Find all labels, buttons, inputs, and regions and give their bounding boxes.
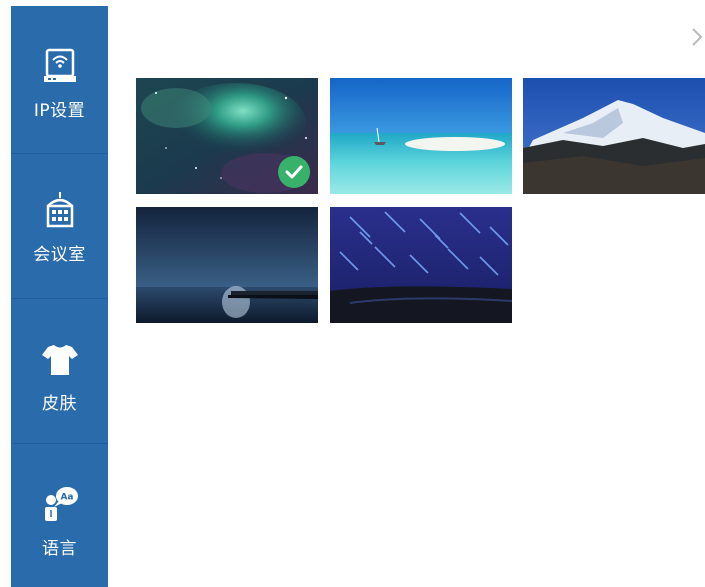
sidebar-item-meeting-room[interactable]: 会议室 [11,154,108,298]
chevron-right-icon[interactable] [690,27,704,47]
svg-text:Aa: Aa [60,493,73,503]
language-icon: Aa [40,484,80,524]
tshirt-icon [40,339,80,379]
sidebar-item-ip-settings[interactable]: IP设置 [11,6,108,153]
building-icon [40,190,80,230]
sidebar-item-label: 语言 [42,539,77,559]
selected-check-icon [278,156,310,188]
wallpaper-thumb-star-trails[interactable] [330,207,512,323]
sidebar-item-language[interactable]: Aa 语言 [11,444,108,587]
sidebar-item-label: IP设置 [33,101,86,121]
wallpaper-thumb-night-sea[interactable] [136,207,318,323]
router-icon [40,46,80,86]
sidebar-item-label: 皮肤 [42,394,77,414]
wallpaper-thumb-nebula[interactable] [136,78,318,194]
wallpaper-thumb-beach[interactable] [330,78,512,194]
sidebar-item-label: 会议室 [33,245,86,265]
sidebar: IP设置 会议室 皮肤 Aa 语言 [11,6,108,587]
sidebar-item-skin[interactable]: 皮肤 [11,299,108,443]
wallpaper-thumb-mountain[interactable] [523,78,705,194]
